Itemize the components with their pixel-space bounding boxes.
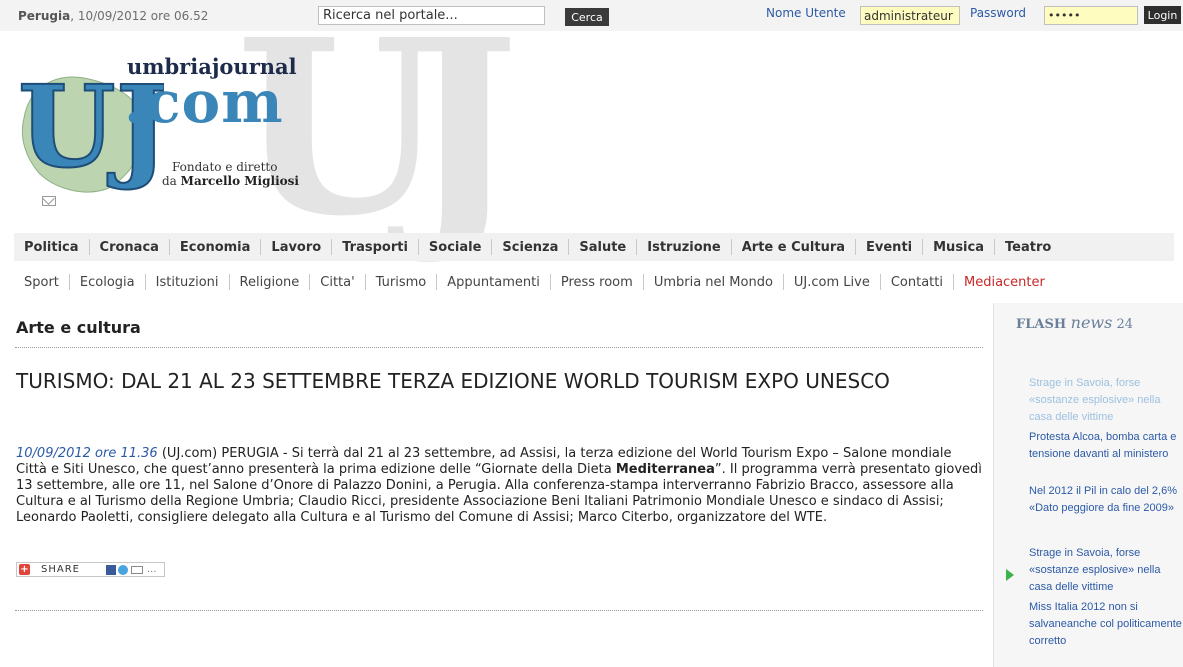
nav-separator [260, 239, 262, 255]
nav-item-economia[interactable]: Economia [180, 240, 250, 255]
subnav-item-contatti[interactable]: Contatti [891, 275, 943, 290]
primary-nav: Politica Cronaca Economia Lavoro Trasporti So… [14, 233, 1174, 261]
nav-item-cronaca[interactable]: Cronaca [100, 240, 159, 255]
nav-separator [491, 239, 493, 255]
email-icon[interactable] [131, 566, 143, 574]
nav-separator [855, 239, 857, 255]
nav-separator [88, 239, 90, 255]
article-title[interactable]: TURISMO: DAL 21 AL 23 SETTEMBRE TERZA ED… [16, 369, 996, 394]
subnav-item-mediacenter[interactable]: Mediacenter [964, 275, 1045, 290]
nav-separator [228, 274, 230, 290]
search-button[interactable]: Cerca [565, 8, 609, 26]
password-input[interactable] [1044, 6, 1138, 25]
facebook-icon[interactable] [106, 565, 116, 575]
nav-separator [952, 274, 954, 290]
nav-separator [642, 274, 644, 290]
article-date: 10/09/2012 ore 11.36 [16, 446, 158, 461]
nav-item-salute[interactable]: Salute [579, 240, 626, 255]
site-logo[interactable]: UJ umbriajournal .com Fondato e diretto … [14, 48, 314, 218]
nav-separator [549, 274, 551, 290]
flash-item[interactable]: Protesta Alcoa, bomba carta e tensione d… [1029, 429, 1182, 463]
login-button[interactable]: Login [1144, 6, 1181, 24]
subnav-item-press-room[interactable]: Press room [561, 275, 633, 290]
nav-item-musica[interactable]: Musica [933, 240, 984, 255]
logo-founded: Fondato e diretto [172, 160, 278, 174]
subnav-item-citta[interactable]: Citta' [320, 275, 354, 290]
nav-item-scienza[interactable]: Scienza [502, 240, 558, 255]
nav-item-sociale[interactable]: Sociale [429, 240, 482, 255]
nav-separator [68, 274, 70, 290]
username-input[interactable] [860, 6, 960, 25]
nav-separator [436, 274, 438, 290]
flash-news-sidebar: FLASH news 24 Strage in Savoia, forse «s… [993, 303, 1183, 667]
nav-separator [636, 239, 638, 255]
nav-item-politica[interactable]: Politica [24, 240, 79, 255]
nav-separator [568, 239, 570, 255]
nav-separator [331, 239, 333, 255]
section-title: Arte e cultura [16, 318, 141, 337]
flash-item[interactable]: Nel 2012 il Pil in calo del 2,6% «Dato p… [1029, 483, 1182, 517]
username-label: Nome Utente [766, 6, 846, 20]
subnav-item-uj-com-live[interactable]: UJ.com Live [794, 275, 870, 290]
nav-separator [730, 239, 732, 255]
nav-separator [417, 239, 419, 255]
nav-item-eventi[interactable]: Eventi [866, 240, 912, 255]
logo-director-prefix: da [162, 174, 181, 188]
article-body: 10/09/2012 ore 11.36 (UJ.com) PERUGIA - … [16, 446, 986, 526]
divider [15, 347, 983, 348]
subnav-item-turismo[interactable]: Turismo [376, 275, 427, 290]
logo-director-name: Marcello Migliosi [180, 174, 299, 188]
subnav-item-appuntamenti[interactable]: Appuntamenti [447, 275, 540, 290]
twitter-icon[interactable] [118, 565, 128, 575]
subnav-item-umbria-nel-mondo[interactable]: Umbria nel Mondo [654, 275, 773, 290]
flash-title-news: news [1070, 313, 1113, 332]
flash-title-num: 24 [1112, 317, 1134, 332]
nav-separator [309, 274, 311, 290]
nav-item-istruzione[interactable]: Istruzione [647, 240, 720, 255]
nav-item-lavoro[interactable]: Lavoro [271, 240, 321, 255]
share-more[interactable]: ... [147, 564, 157, 575]
subnav-item-ecologia[interactable]: Ecologia [80, 275, 135, 290]
nav-separator [879, 274, 881, 290]
flash-news-title: FLASH news 24 [1016, 313, 1133, 332]
nav-separator [782, 274, 784, 290]
nav-item-arte-e-cultura[interactable]: Arte e Cultura [742, 240, 845, 255]
logo-director: da Marcello Migliosi [162, 174, 299, 188]
flash-title-text: FLASH [1016, 317, 1071, 332]
secondary-nav: Sport Ecologia Istituzioni Religione Citta' T… [14, 269, 1174, 295]
nav-separator [994, 239, 995, 255]
nav-separator [168, 239, 170, 255]
datetime-label: , 10/09/2012 ore 06.52 [70, 9, 209, 23]
divider [15, 610, 983, 611]
nav-item-trasporti[interactable]: Trasporti [342, 240, 408, 255]
nav-separator [922, 239, 924, 255]
flash-item[interactable]: Strage in Savoia, forse «sostanze esplos… [1029, 375, 1182, 426]
article-text-bold: Mediterranea [615, 462, 715, 477]
play-arrow-icon [1006, 569, 1014, 581]
nav-separator [364, 274, 366, 290]
subnav-item-istituzioni[interactable]: Istituzioni [156, 275, 219, 290]
mail-icon[interactable] [42, 196, 56, 206]
flash-item[interactable]: Strage in Savoia, forse «sostanze esplos… [1029, 545, 1182, 596]
flash-item[interactable]: Miss Italia 2012 non si salvaneanche col… [1029, 599, 1182, 650]
subnav-item-sport[interactable]: Sport [24, 275, 59, 290]
share-label: SHARE [41, 564, 80, 575]
share-plus-icon: + [19, 564, 30, 575]
nav-item-teatro[interactable]: Teatro [1005, 240, 1051, 255]
subnav-item-religione[interactable]: Religione [240, 275, 300, 290]
date-line: Perugia, 10/09/2012 ore 06.52 [18, 9, 208, 23]
nav-separator [144, 274, 146, 290]
top-bar: Perugia, 10/09/2012 ore 06.52 Cerca Nome… [0, 0, 1183, 31]
password-label: Password [970, 6, 1027, 20]
logo-name-com: .com [124, 68, 284, 136]
share-button[interactable]: + SHARE ... [16, 562, 165, 577]
city-label: Perugia [18, 9, 71, 23]
